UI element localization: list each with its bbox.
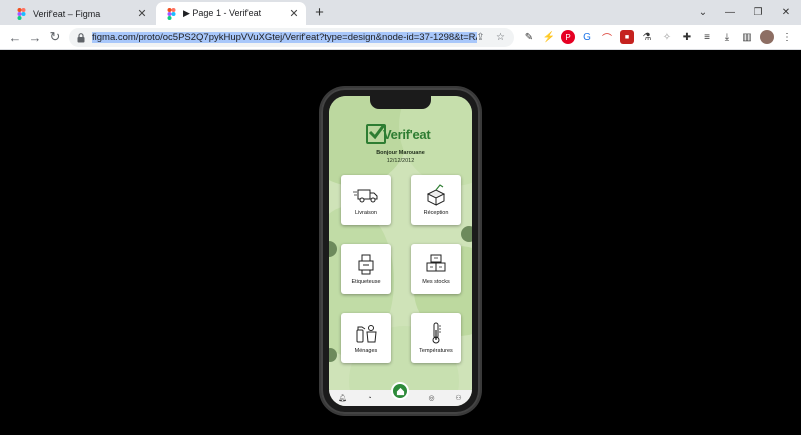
tile-temperatures[interactable]: Températures: [411, 313, 461, 363]
tab-title: Verif'eat – Figma: [33, 8, 101, 19]
url-text[interactable]: figma.com/proto/oc5PS2Q7pykHupVVuXGtej/V…: [92, 32, 477, 43]
minimize-button[interactable]: —: [717, 3, 743, 21]
phone-notch: [370, 96, 431, 109]
tab-page-1[interactable]: ▶ Page 1 - Verif'eat ✕: [156, 2, 306, 25]
cleaning-spray-icon: [356, 325, 377, 343]
figma-icon: [165, 7, 177, 20]
bg-dot: [461, 226, 472, 242]
extension-icon[interactable]: ■: [620, 30, 634, 44]
download-icon[interactable]: ⤓: [720, 30, 734, 44]
thermometer-icon: [432, 322, 441, 344]
open-box-icon: [426, 184, 446, 206]
extension-icon[interactable]: ✧: [660, 30, 674, 44]
phone-frame: Verif'eat Bonjour Marouane 12/12/2012 Li…: [321, 88, 480, 414]
tile-label: Réception: [423, 210, 449, 216]
home-button[interactable]: [391, 382, 409, 400]
settings-icon[interactable]: ◎: [427, 393, 437, 403]
close-tab-icon[interactable]: ✕: [135, 7, 149, 21]
tile-label: Températures: [419, 348, 453, 354]
profile-icon[interactable]: ⚇: [454, 393, 464, 403]
new-tab-button[interactable]: +: [311, 4, 328, 21]
eyedropper-extension-icon[interactable]: ✎: [522, 30, 536, 44]
reload-button[interactable]: ↻: [46, 28, 64, 46]
address-bar[interactable]: figma.com/proto/oc5PS2Q7pykHupVVuXGtej/V…: [69, 28, 514, 47]
tile-menages[interactable]: Ménages: [341, 313, 391, 363]
checkmark-icon: [366, 124, 386, 144]
tab-search-icon[interactable]: ⌄: [690, 3, 716, 21]
close-tab-icon[interactable]: ✕: [287, 7, 301, 21]
translate-icon[interactable]: G: [580, 30, 594, 44]
tile-reception[interactable]: Réception: [411, 175, 461, 225]
back-button[interactable]: ←: [6, 28, 24, 46]
forward-button[interactable]: →: [26, 28, 44, 46]
menu-kebab-icon[interactable]: ⋮: [780, 30, 794, 44]
extension-icon[interactable]: ⌒: [600, 30, 614, 45]
stock-boxes-icon: [426, 254, 446, 272]
puzzle-extensions-icon[interactable]: ✚: [680, 30, 694, 44]
restore-button[interactable]: ❐: [745, 3, 771, 21]
tile-label: Ménages: [354, 348, 378, 354]
pinterest-icon[interactable]: P: [561, 30, 575, 44]
browser-toolbar: ← → ↻ figma.com/proto/oc5PS2Q7pykHupVVuX…: [0, 25, 801, 50]
history-icon[interactable]: ◔: [365, 393, 375, 403]
side-panel-icon[interactable]: ▥: [740, 30, 754, 44]
home-icon: [396, 387, 404, 395]
bg-dot: [329, 348, 337, 362]
tile-livraison[interactable]: Livraison: [341, 175, 391, 225]
extension-icon[interactable]: ⚡: [542, 30, 556, 44]
tile-label: Mes stocks: [422, 279, 450, 285]
bookmark-star-icon[interactable]: ☆: [493, 30, 508, 45]
tile-mes-stocks[interactable]: Mes stocks: [411, 244, 461, 294]
bell-icon[interactable]: 🔔︎: [338, 393, 348, 403]
label-printer-icon: [358, 254, 374, 275]
greeting-text: Bonjour Marouane: [376, 150, 425, 156]
app-screen: Verif'eat Bonjour Marouane 12/12/2012 Li…: [329, 96, 472, 406]
delivery-truck-icon: [353, 189, 378, 203]
tile-etiqueteuse[interactable]: Etiqueteuse: [341, 244, 391, 294]
reading-list-icon[interactable]: ≡: [700, 30, 714, 44]
figma-icon: [15, 7, 27, 20]
close-window-button[interactable]: ✕: [773, 3, 799, 21]
tile-label: Etiqueteuse: [351, 279, 381, 285]
app-logo: Verif'eat: [366, 124, 431, 144]
tile-label: Livraison: [354, 210, 377, 216]
extension-icon[interactable]: ⚗: [640, 30, 654, 44]
tab-strip: Verif'eat – Figma ✕ ▶ Page 1 - Verif'eat…: [0, 0, 801, 25]
date-text: 12/12/2012: [386, 158, 415, 164]
share-icon[interactable]: ⇪: [473, 30, 488, 45]
lock-icon[interactable]: [74, 31, 88, 45]
brand-name: Verif'eat: [383, 126, 431, 142]
tab-figma[interactable]: Verif'eat – Figma ✕: [6, 2, 154, 25]
profile-avatar[interactable]: [760, 30, 774, 44]
tab-title: ▶ Page 1 - Verif'eat: [183, 8, 262, 18]
